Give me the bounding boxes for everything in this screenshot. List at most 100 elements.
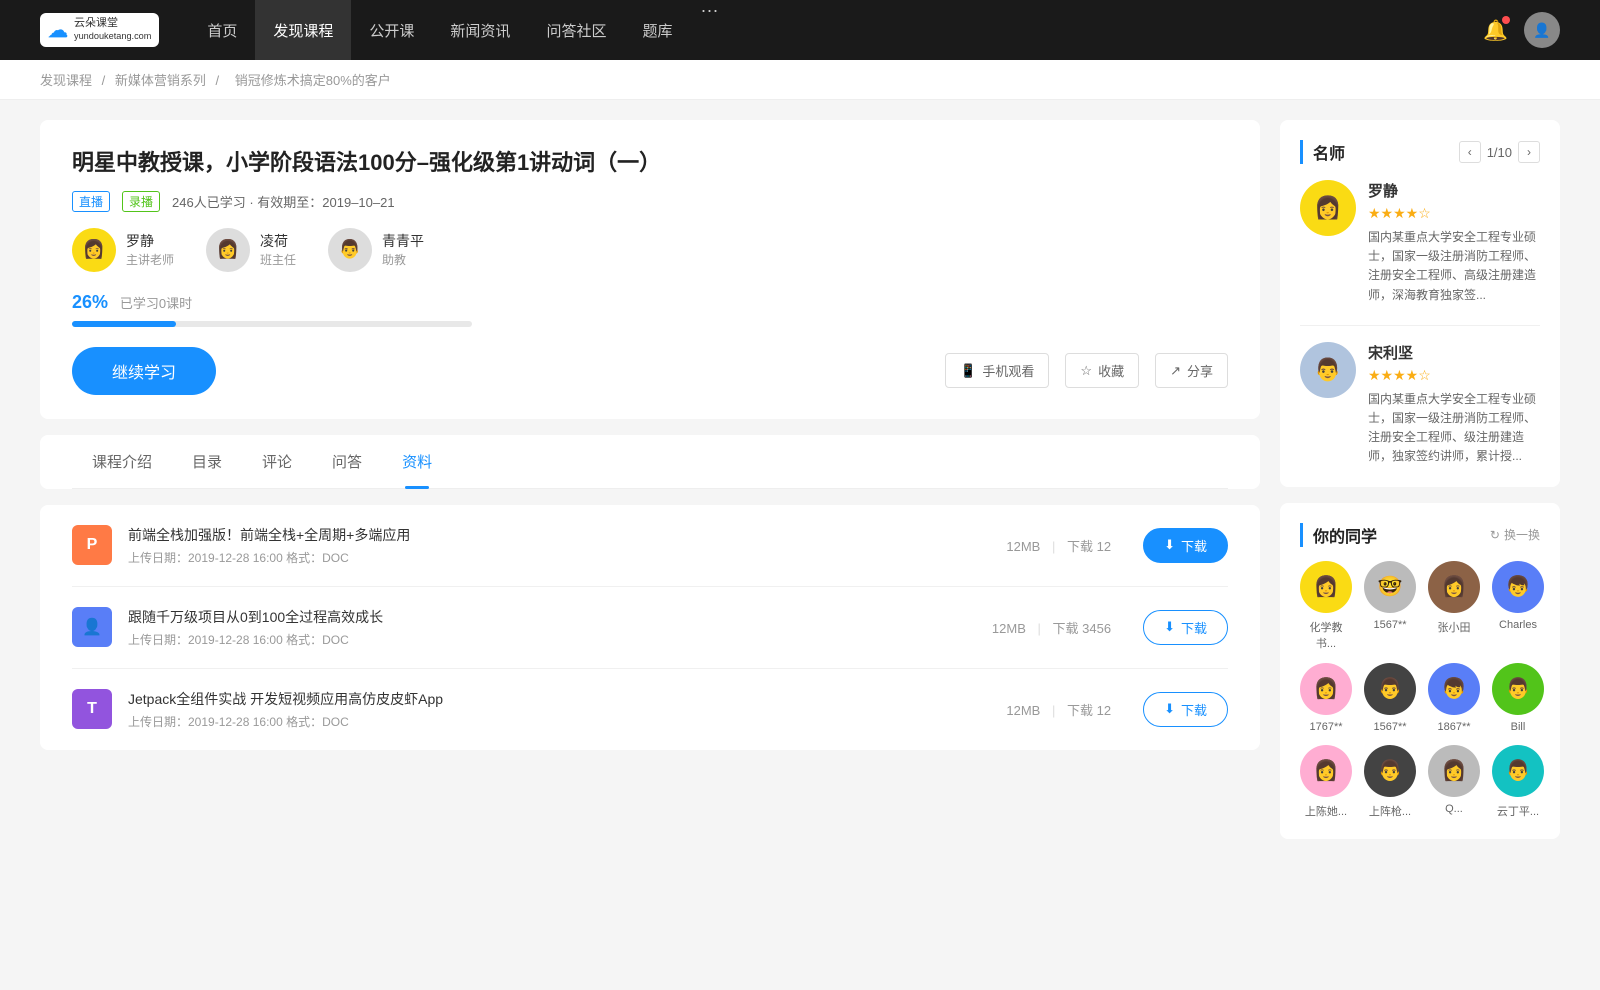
collect-button[interactable]: ☆ 收藏 bbox=[1065, 353, 1139, 388]
teacher-info-1: 凌荷 班主任 bbox=[260, 231, 296, 268]
student-name-11: 云丁平... bbox=[1497, 803, 1539, 819]
student-avatar-7: 👨 bbox=[1492, 663, 1544, 715]
nav-more[interactable]: ··· bbox=[690, 0, 728, 60]
tc-name-1: 宋利坚 bbox=[1368, 342, 1540, 363]
download-button-2[interactable]: ⬇ 下载 bbox=[1143, 692, 1228, 727]
share-label: 分享 bbox=[1187, 361, 1213, 380]
resource-sub-0: 上传日期：2019-12-28 16:00 格式：DOC bbox=[128, 549, 990, 566]
tab-qa[interactable]: 问答 bbox=[312, 435, 382, 488]
tc-info-0: 罗静 ★★★★☆ 国内某重点大学安全工程专业硕士，国家一级注册消防工程师、注册安… bbox=[1368, 180, 1540, 305]
student-name-10: Q... bbox=[1445, 803, 1463, 815]
resource-size-0: 12MB bbox=[1006, 539, 1040, 554]
teacher-avatar-2: 👨 bbox=[328, 228, 372, 272]
notification-dot bbox=[1502, 16, 1510, 24]
student-avatar-0: 👩 bbox=[1300, 561, 1352, 613]
course-header-card: 明星中教授课，小学阶段语法100分–强化级第1讲动词（一） 直播 录播 246人… bbox=[40, 120, 1260, 419]
breadcrumb-link-1[interactable]: 发现课程 bbox=[40, 73, 92, 88]
breadcrumb-current: 销冠修炼术搞定80%的客户 bbox=[235, 73, 391, 88]
tab-resource[interactable]: 资料 bbox=[382, 435, 452, 488]
course-meta: 直播 录播 246人已学习 · 有效期至：2019–10–21 bbox=[72, 191, 1228, 212]
student-name-3: Charles bbox=[1499, 619, 1537, 631]
next-teacher-btn[interactable]: › bbox=[1518, 141, 1540, 163]
download-label-0: 下载 bbox=[1181, 536, 1207, 555]
resource-size-2: 12MB bbox=[1006, 703, 1040, 718]
tab-intro[interactable]: 课程介绍 bbox=[72, 435, 172, 488]
nav-quiz[interactable]: 题库 bbox=[624, 0, 690, 60]
share-button[interactable]: ↗ 分享 bbox=[1155, 353, 1228, 388]
teacher-avatar-0: 👩 bbox=[72, 228, 116, 272]
download-button-0[interactable]: ⬇ 下载 bbox=[1143, 528, 1228, 563]
tc-name-0: 罗静 bbox=[1368, 180, 1540, 201]
resource-sub-1: 上传日期：2019-12-28 16:00 格式：DOC bbox=[128, 631, 976, 648]
user-avatar-nav[interactable]: 👤 bbox=[1524, 12, 1560, 48]
nav-qa[interactable]: 问答社区 bbox=[528, 0, 624, 60]
resource-stat-1: 12MB | 下载 3456 bbox=[992, 618, 1111, 637]
right-panel: 名师 ‹ 1/10 › 👩 罗静 ★★★★☆ 国内某重点大学安全工程专业硕士，国… bbox=[1280, 120, 1560, 855]
nav-open-course[interactable]: 公开课 bbox=[351, 0, 432, 60]
teacher-page: 1/10 bbox=[1487, 145, 1512, 160]
student-5: 👨 1567** bbox=[1364, 663, 1416, 733]
teachers-panel-title: 名师 bbox=[1300, 140, 1345, 164]
sep-2: | bbox=[1052, 703, 1055, 718]
resource-list: P 前端全栈加强版！前端全栈+全周期+多端应用 上传日期：2019-12-28 … bbox=[40, 505, 1260, 750]
course-enrollment: 246人已学习 · 有效期至：2019–10–21 bbox=[172, 192, 395, 211]
download-label-1: 下载 bbox=[1181, 618, 1207, 637]
teacher-name-2: 青青平 bbox=[382, 231, 424, 251]
nav-home[interactable]: 首页 bbox=[189, 0, 255, 60]
download-button-1[interactable]: ⬇ 下载 bbox=[1143, 610, 1228, 645]
student-name-2: 张小田 bbox=[1438, 619, 1471, 635]
refresh-students-btn[interactable]: ↻ 换一换 bbox=[1490, 526, 1540, 543]
resource-item-2: T Jetpack全组件实战 开发短视频应用高仿皮皮虾App 上传日期：2019… bbox=[72, 669, 1228, 750]
teacher-role-2: 助教 bbox=[382, 251, 424, 268]
resource-item-0: P 前端全栈加强版！前端全栈+全周期+多端应用 上传日期：2019-12-28 … bbox=[72, 505, 1228, 587]
teacher-role-0: 主讲老师 bbox=[126, 251, 174, 268]
sep-1: | bbox=[1038, 621, 1041, 636]
breadcrumb-sep-1: / bbox=[102, 73, 109, 88]
download-label-2: 下载 bbox=[1181, 700, 1207, 719]
action-btns: 📱 手机观看 ☆ 收藏 ↗ 分享 bbox=[945, 353, 1228, 388]
nav-discover[interactable]: 发现课程 bbox=[255, 0, 351, 60]
refresh-icon: ↻ bbox=[1490, 528, 1500, 542]
nav-news[interactable]: 新闻资讯 bbox=[432, 0, 528, 60]
teachers-pagination: ‹ 1/10 › bbox=[1459, 141, 1540, 163]
main-container: 明星中教授课，小学阶段语法100分–强化级第1讲动词（一） 直播 录播 246人… bbox=[0, 100, 1600, 875]
tc-desc-1: 国内某重点大学安全工程专业硕士，国家一级注册消防工程师、注册安全工程师、级注册建… bbox=[1368, 390, 1540, 467]
student-avatar-1: 🤓 bbox=[1364, 561, 1416, 613]
student-name-7: Bill bbox=[1511, 721, 1526, 733]
student-6: 👦 1867** bbox=[1428, 663, 1480, 733]
tab-review[interactable]: 评论 bbox=[242, 435, 312, 488]
bell-icon[interactable]: 🔔 bbox=[1483, 18, 1508, 43]
resource-name-0: 前端全栈加强版！前端全栈+全周期+多端应用 bbox=[128, 525, 990, 545]
teacher-avatar-1: 👩 bbox=[206, 228, 250, 272]
course-actions: 继续学习 📱 手机观看 ☆ 收藏 ↗ 分享 bbox=[72, 347, 1228, 395]
student-avatar-9: 👨 bbox=[1364, 745, 1416, 797]
continue-button[interactable]: 继续学习 bbox=[72, 347, 216, 395]
resource-icon-0: P bbox=[72, 525, 112, 565]
mobile-watch-button[interactable]: 📱 手机观看 bbox=[945, 353, 1049, 388]
prev-teacher-btn[interactable]: ‹ bbox=[1459, 141, 1481, 163]
student-avatar-10: 👩 bbox=[1428, 745, 1480, 797]
breadcrumb-link-2[interactable]: 新媒体营销系列 bbox=[115, 73, 206, 88]
resource-downloads-1: 下载 3456 bbox=[1053, 621, 1112, 636]
student-name-4: 1767** bbox=[1309, 721, 1342, 733]
student-3: 👦 Charles bbox=[1492, 561, 1544, 651]
teachers-panel-header: 名师 ‹ 1/10 › bbox=[1300, 140, 1540, 164]
tc-avatar-1: 👨 bbox=[1300, 342, 1356, 398]
student-10: 👩 Q... bbox=[1428, 745, 1480, 819]
student-4: 👩 1767** bbox=[1300, 663, 1352, 733]
tag-live: 直播 bbox=[72, 191, 110, 212]
student-2: 👩 张小田 bbox=[1428, 561, 1480, 651]
student-11: 👨 云丁平... bbox=[1492, 745, 1544, 819]
download-icon-0: ⬇ bbox=[1164, 537, 1175, 553]
student-name-8: 上陈她... bbox=[1305, 803, 1347, 819]
collect-label: 收藏 bbox=[1098, 361, 1124, 380]
logo-area[interactable]: ☁ 云朵课堂yundouketang.com bbox=[40, 13, 159, 47]
tab-catalog[interactable]: 目录 bbox=[172, 435, 242, 488]
navbar: ☁ 云朵课堂yundouketang.com 首页 发现课程 公开课 新闻资讯 … bbox=[0, 0, 1600, 60]
progress-label: 已学习0课时 bbox=[120, 296, 192, 311]
tc-stars-1: ★★★★☆ bbox=[1368, 367, 1540, 384]
teacher-info-0: 罗静 主讲老师 bbox=[126, 231, 174, 268]
teacher-role-1: 班主任 bbox=[260, 251, 296, 268]
teachers-section: 👩 罗静 主讲老师 👩 凌荷 班主任 👨 青青平 bbox=[72, 228, 1228, 272]
share-icon: ↗ bbox=[1170, 363, 1181, 379]
